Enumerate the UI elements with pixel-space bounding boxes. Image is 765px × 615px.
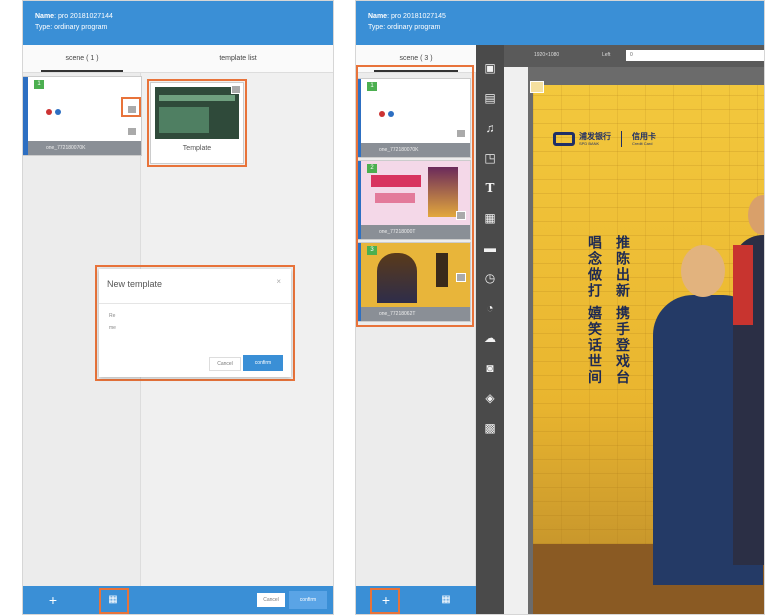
card-name-en: Credit Card (632, 141, 653, 146)
tab-scene[interactable]: scene ( 1 ) (23, 45, 141, 73)
scene-caption: one_772180070K (28, 141, 141, 155)
text-icon[interactable]: T (481, 179, 499, 197)
confirm-button[interactable]: confirm (243, 355, 283, 371)
template-name-label: Re (109, 313, 116, 319)
grid-highlight-box (99, 588, 129, 614)
template-highlight-box (147, 79, 247, 167)
type-value: : ordinary program (383, 24, 441, 31)
name-value: : pro 20181027145 (387, 13, 446, 20)
document-icon[interactable]: ▦ (481, 209, 499, 227)
type-label: Type (35, 24, 51, 31)
footer-cancel-button[interactable]: Cancel (257, 593, 285, 607)
new-template-dialog: New template × Re me Cancel confirm (99, 269, 291, 377)
design-canvas[interactable]: 浦发银行 SPD BANK 信用卡 Credit Card 推陈出新 携手登戏台… (528, 67, 764, 614)
delete-icon[interactable] (127, 127, 137, 136)
weather-icon[interactable]: ☁ (481, 329, 499, 347)
name-label: Name (368, 13, 388, 20)
dialog-title: New template (107, 279, 163, 289)
footer-confirm-button[interactable]: confirm (289, 591, 327, 609)
position-input[interactable]: 0 (626, 50, 764, 61)
scene-highlight-box (356, 65, 474, 327)
canvas-size: 1920×1080 (534, 52, 560, 58)
right-editor-panel: Name: pro 20181027145 Type: ordinary pro… (355, 0, 765, 615)
highlight-box (121, 97, 141, 117)
bank-logo-thumb (46, 107, 126, 117)
add-scene-button[interactable]: + (39, 586, 67, 614)
office-icon[interactable]: ▩ (481, 419, 499, 437)
card-name-cn: 信用卡 (632, 132, 656, 141)
template-remark-label: me (109, 325, 116, 331)
program-header: Name: pro 20181027144 Type: ordinary pro… (23, 1, 333, 45)
left-editor-panel: Name: pro 20181027144 Type: ordinary pro… (22, 0, 334, 615)
name-label: Name (35, 13, 55, 20)
stream-icon[interactable]: ◈ (481, 389, 499, 407)
advertisement-image[interactable]: 浦发银行 SPD BANK 信用卡 Credit Card 推陈出新 携手登戏台… (533, 85, 764, 614)
bank-name-cn: 浦发银行 (579, 132, 611, 141)
right-footer: + ▦ (356, 586, 476, 614)
performer-left-head (681, 245, 725, 297)
ticker-icon[interactable]: ▬ (481, 239, 499, 257)
type-label: Type (368, 24, 384, 31)
slogan-line-1: 推陈出新 携手登戏台 (614, 235, 630, 386)
element-toolbar: ▣ ▤ ♫ ◳ T ▦ ▬ ◷ ◔ ☁ ◙ ◈ ▩ (476, 45, 504, 614)
image-placeholder-icon[interactable] (530, 81, 544, 93)
clock-icon[interactable]: ◷ (481, 269, 499, 287)
cancel-button[interactable]: Cancel (209, 357, 241, 371)
scene-index-badge: 1 (34, 80, 44, 89)
timer-icon[interactable]: ◔ (481, 299, 499, 317)
spd-bank-logo-icon (553, 132, 575, 146)
video-icon[interactable]: ▤ (481, 89, 499, 107)
music-icon[interactable]: ♫ (481, 119, 499, 137)
canvas-toolbar: 1920×1080 Left 0 (504, 45, 764, 67)
camera-icon[interactable]: ◙ (481, 359, 499, 377)
position-label: Left (602, 52, 611, 58)
type-value: : ordinary program (50, 24, 108, 31)
bank-logo: 浦发银行 SPD BANK 信用卡 Credit Card (553, 131, 656, 147)
tab-template-list[interactable]: template list (141, 45, 333, 73)
template-grid-button[interactable]: ▦ (432, 586, 460, 614)
program-header-right: Name: pro 20181027145 Type: ordinary pro… (356, 1, 764, 45)
web-icon[interactable]: ◳ (481, 149, 499, 167)
add-highlight-box (370, 588, 400, 614)
name-value: : pro 20181027144 (54, 13, 113, 20)
left-footer: + ▦ Cancel confirm (23, 586, 333, 614)
performer-scarf (733, 245, 753, 325)
slogan-line-2: 唱念做打 嬉笑话世间 (586, 235, 602, 386)
image-icon[interactable]: ▣ (481, 59, 499, 77)
bank-name-en: SPD BANK (579, 141, 600, 146)
close-icon[interactable]: × (276, 277, 281, 286)
